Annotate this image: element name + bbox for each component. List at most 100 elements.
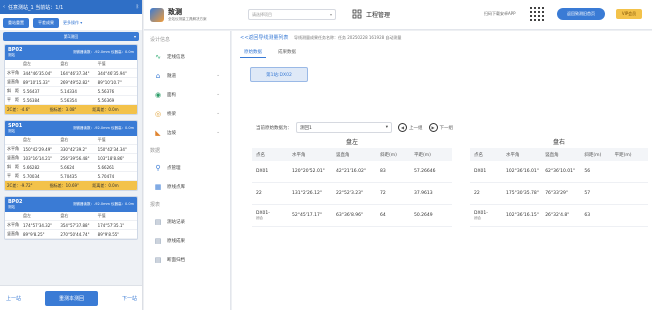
- summary-value: 2C差：-9.72": [7, 182, 33, 188]
- card-point: BP02 测站: [8, 199, 22, 210]
- table-cell: 175°30'35.78": [506, 191, 539, 196]
- chevron-down-icon: ⌄: [216, 111, 220, 116]
- sidebar-item[interactable]: ▤ 断面归档: [144, 250, 230, 269]
- data-tabs: 原始数据 成果数据: [240, 47, 300, 58]
- next-group-label: 下一组: [439, 125, 454, 131]
- result-icon: ▤: [154, 236, 162, 245]
- row-value: 5.56369: [97, 97, 115, 103]
- table-row: DX01- 闭合 102°36'16.15" 26°32'4.8" 63: [470, 205, 648, 227]
- card-header: BP02 测站 测微器读数：-92.0mm 仪器高：0.0m: [5, 45, 137, 60]
- sidebar-item-label: 定线信息: [167, 54, 185, 60]
- slope-icon: ◣: [155, 128, 161, 137]
- column-header: 竖直角: [336, 152, 350, 158]
- sidebar-item[interactable]: ▤ 测站记录: [144, 212, 230, 231]
- table-cell: 102°36'16.15": [506, 213, 539, 218]
- route-icon: ∿: [155, 52, 161, 61]
- sidebar-item[interactable]: ⚲ 点管理: [144, 158, 230, 177]
- bluetooth-icon[interactable]: ᛒ: [136, 4, 139, 10]
- chevron-down-icon: ⌄: [216, 130, 220, 135]
- point-role: 测站: [8, 53, 15, 57]
- sidebar-section-title: 设计信息: [150, 36, 171, 43]
- return-old-home-button[interactable]: 返回致测旧首页: [557, 8, 605, 20]
- next-group-button[interactable]: ▶ 下一组: [428, 123, 454, 132]
- back-to-list-link[interactable]: <<返回导线测量列表: [240, 35, 288, 41]
- round-select-value: 第1测回: [63, 33, 79, 39]
- prev-group-label: 上一组: [409, 125, 423, 131]
- sidebar-item-label: 点管理: [167, 165, 181, 171]
- table-row: DX01 120°20'52.01" 42°21'16.02" 83 57.26646: [252, 161, 452, 183]
- sidebar-item-label: 测站记录: [167, 219, 185, 225]
- row-value: 354°57'37.88": [60, 222, 90, 228]
- column-header: 水平角: [506, 152, 520, 158]
- remeasure-button[interactable]: 重测本测回: [44, 290, 98, 306]
- table-cell: 76°33'29": [545, 191, 568, 196]
- card-row: 斜 距 5.56437 5.14334 5.56376: [5, 87, 137, 96]
- card-col-header: 盘左 盘右 平值: [5, 60, 137, 69]
- main-content: <<返回导线测量列表 导线测量成果任务名称：任务 20250228 161928…: [232, 31, 652, 310]
- project-select-placeholder: 请选择项目: [252, 11, 272, 17]
- prev-station-button[interactable]: 上一站: [6, 295, 21, 302]
- summary-value: 指标差：3.08": [49, 106, 77, 112]
- top-header: 致测 全站仪测量工具解决方案 请选择项目 ▾ 工程管理 扫码下载安卓APP 返回…: [144, 0, 652, 30]
- project-select[interactable]: 请选择项目 ▾: [248, 9, 336, 20]
- row-key: 平 距: [7, 173, 19, 178]
- row-value: 164°46'37.34": [60, 70, 90, 76]
- row-value: 344°46'35.94": [97, 70, 127, 76]
- sidebar-item-label: 原线成果: [167, 238, 185, 244]
- row-value: 89°10'10.7": [97, 79, 122, 85]
- card-info: 测微器读数：-92.0mm 仪器高：0.0m: [73, 202, 134, 206]
- round-select[interactable]: 第1测回 ▾: [3, 32, 139, 41]
- row-value: 103°16'14.21": [23, 155, 53, 161]
- round-dropdown[interactable]: 测回1 ▾: [296, 122, 392, 133]
- reset-button[interactable]: 重站重置: [3, 18, 29, 28]
- col-header: 盘右: [60, 61, 69, 66]
- sidebar-item[interactable]: ◎ 桥梁 ⌄: [144, 104, 230, 123]
- tab-raw-data[interactable]: 原始数据: [240, 47, 266, 58]
- table-cell: 26°32'4.8": [545, 213, 570, 218]
- sidebar-item[interactable]: ◉ 面构 ⌄: [144, 85, 230, 104]
- table-cell: DX01: [256, 169, 269, 174]
- sidebar-section-title: 数据: [150, 147, 161, 154]
- next-arrow-icon: ▶: [428, 123, 438, 132]
- round-controls: 当前原始数据为： 测回1 ▾ ◀ 上一组 ▶ 下一组: [256, 122, 453, 133]
- column-header: 平距(m): [614, 152, 632, 158]
- row-key: 水平角: [7, 222, 19, 227]
- card-col-header: 盘左 盘右 平值: [5, 212, 137, 221]
- card-info: 测微器读数：-92.0mm 仪器高：0.0m: [73, 50, 134, 54]
- more-actions-button[interactable]: 更多操作 ▾: [63, 20, 82, 26]
- sidebar-item[interactable]: ∿ 定线信息: [144, 47, 230, 66]
- next-station-button[interactable]: 下一站: [122, 295, 137, 302]
- table-cell: 37.9613: [414, 191, 433, 196]
- brand: 致测 全站仪测量工具解决方案: [168, 7, 207, 22]
- grid-icon[interactable]: [352, 9, 362, 19]
- table-row: DX01 102°36'16.01" 62°36'10.01" 56: [470, 161, 648, 183]
- row-value: 330°42'39.2": [60, 146, 87, 152]
- point-manage-icon: ⚲: [155, 163, 161, 172]
- station-button[interactable]: 第1站:DX02: [250, 67, 308, 82]
- card-col-header: 盘左 盘右 平值: [5, 136, 137, 145]
- sidebar-item-label: 隧道: [167, 73, 176, 79]
- table-title: 盘右: [552, 139, 565, 146]
- sidebar-item[interactable]: ⌂ 隧道 ⌄: [144, 66, 230, 85]
- mobile-titlebar: ‹ 任意测站_1 当前站：1/1 ᛒ: [0, 0, 142, 14]
- table-cell: 22: [474, 191, 480, 196]
- sidebar-item[interactable]: ▦ 原线点库: [144, 177, 230, 196]
- sidebar-item[interactable]: ◣ 边坡 ⌄: [144, 123, 230, 142]
- sidebar-item-label: 边坡: [167, 130, 176, 136]
- sidebar-item[interactable]: ▤ 原线成果: [144, 231, 230, 250]
- prev-group-button[interactable]: ◀ 上一组: [398, 123, 423, 132]
- col-header: 平值: [97, 137, 106, 142]
- average-button[interactable]: 平差成果: [33, 18, 59, 28]
- measurement-card: BP02 测站 测微器读数：-92.0mm 仪器高：0.0m 盘左 盘右 平值 水平角 344…: [4, 44, 138, 115]
- card-row: 竖直角 89°9'8.25" 270°50'44.74" 89°9'8.55": [5, 230, 137, 239]
- sidebar-section-title: 报表: [150, 201, 161, 208]
- tab-result-data[interactable]: 成果数据: [274, 47, 300, 58]
- table-cell: 56: [584, 169, 591, 174]
- table-cell: 63: [584, 213, 591, 218]
- station-record-icon: ▤: [154, 217, 162, 226]
- vip-badge[interactable]: VIP会员: [616, 9, 642, 19]
- face-left-table: 盘左 点名 水平角 竖直角 斜距(m) 平距(m) DX01 120°20'52.01" 42°…: [252, 138, 452, 227]
- column-header: 斜距(m): [584, 152, 602, 158]
- table-cell: 64: [380, 213, 386, 218]
- back-icon[interactable]: ‹: [3, 4, 5, 10]
